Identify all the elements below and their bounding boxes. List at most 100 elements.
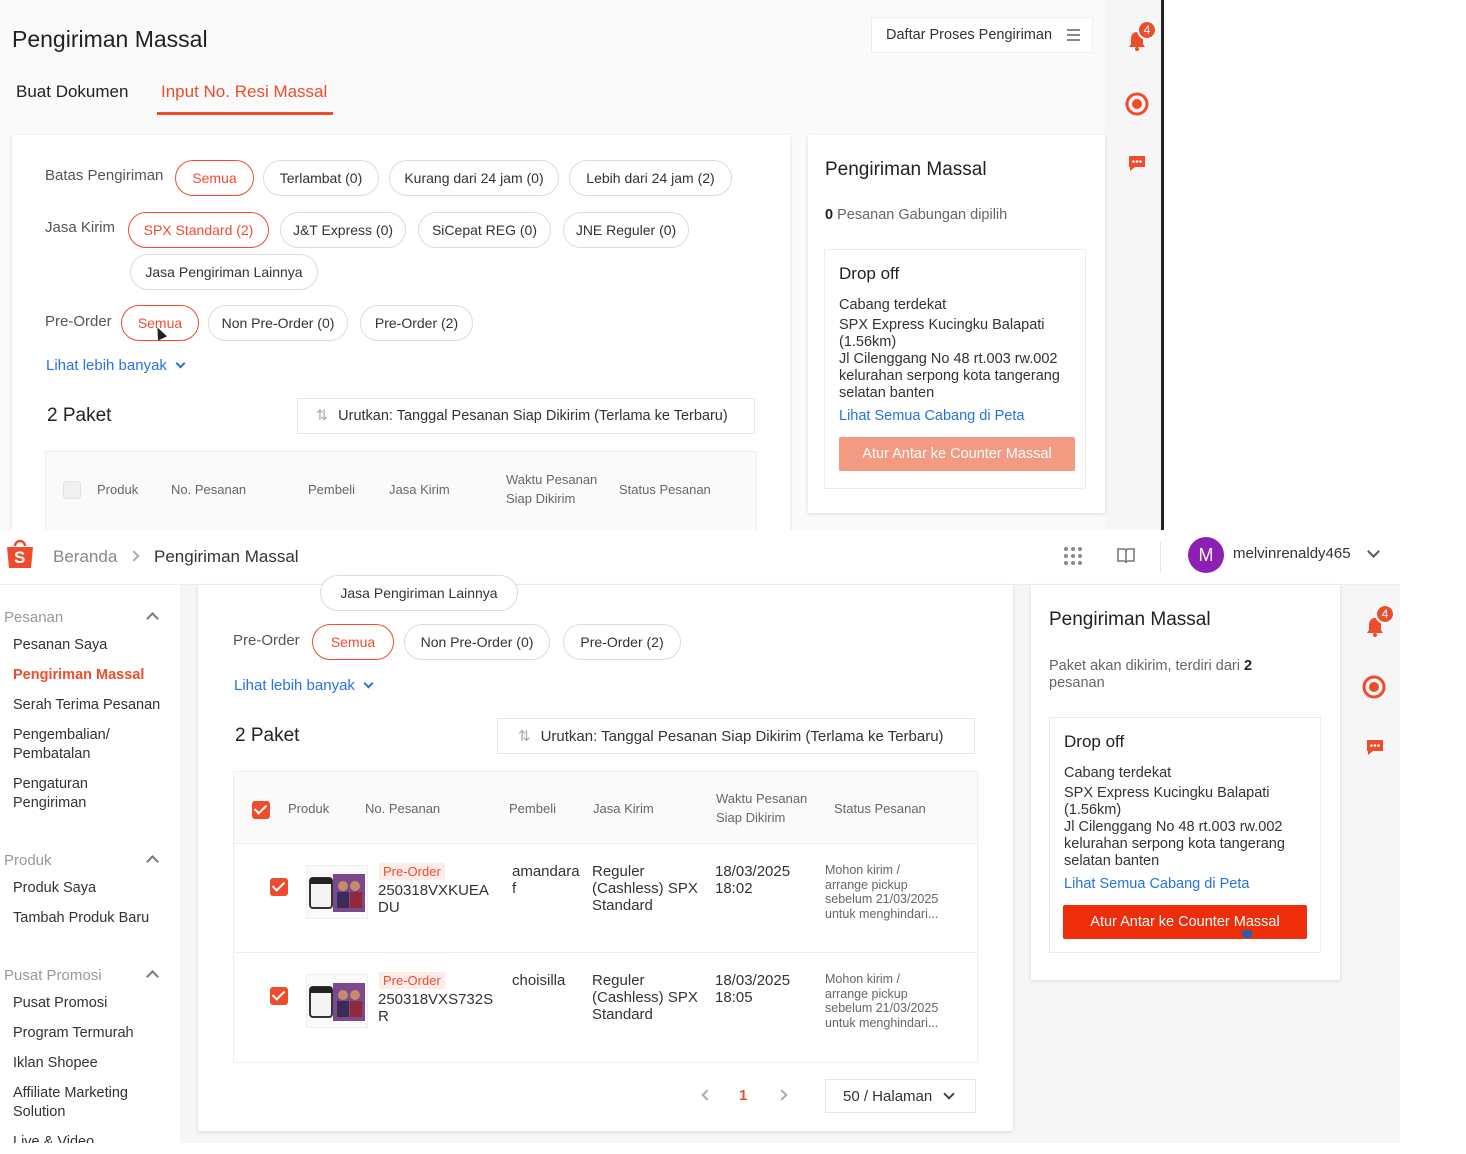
support-icon[interactable]: [1362, 675, 1386, 699]
sort-dropdown[interactable]: ⇅ Urutkan: Tanggal Pesanan Siap Dikirim …: [497, 718, 975, 754]
sidebar-item-affiliate[interactable]: Affiliate Marketing Solution: [13, 1084, 153, 1122]
select-all-checkbox[interactable]: [63, 481, 81, 499]
sidebar-section-produk[interactable]: Produk: [4, 852, 52, 869]
sort-label: Urutkan: Tanggal Pesanan Siap Dikirim (T…: [338, 408, 728, 424]
book-icon[interactable]: [1116, 546, 1136, 566]
buyer-name: choisilla: [512, 972, 566, 989]
batas-kurang-24[interactable]: Kurang dari 24 jam (0): [389, 160, 559, 196]
chevron-up-icon[interactable]: [146, 855, 159, 868]
chat-icon[interactable]: [1126, 152, 1148, 174]
chevron-up-icon[interactable]: [146, 612, 159, 625]
ready-time: 18:02: [715, 880, 753, 897]
jasa-spx[interactable]: SPX Standard (2): [128, 212, 269, 248]
row-checkbox[interactable]: [270, 878, 288, 896]
tab-active-underline: [157, 112, 333, 115]
chat-icon[interactable]: [1364, 736, 1386, 758]
dropoff-title: Drop off: [1064, 732, 1125, 751]
preorder-pre[interactable]: Pre-Order (2): [360, 305, 473, 341]
preorder-label: Pre-Order: [233, 632, 300, 649]
preorder-semua[interactable]: Semua: [312, 624, 394, 660]
map-link[interactable]: Lihat Semua Cabang di Peta: [1064, 876, 1249, 892]
header-divider: [1160, 542, 1161, 572]
ready-time: 18:05: [715, 989, 753, 1006]
selected-summary: 0 Pesanan Gabungan dipilih: [825, 207, 1008, 223]
breadcrumb-chevron-icon: [128, 550, 140, 562]
sidebar-item-program-termurah[interactable]: Program Termurah: [13, 1024, 134, 1043]
table-row[interactable]: Pre-Order 250318VXKUEADU amandaraf Regul…: [234, 845, 977, 953]
sidebar-item-pengiriman-massal[interactable]: Pengiriman Massal: [13, 666, 144, 685]
row-checkbox[interactable]: [270, 987, 288, 1005]
order-number[interactable]: 250318VXKUEADU: [378, 882, 496, 916]
support-icon[interactable]: [1125, 92, 1149, 116]
chevron-down-icon: [943, 1088, 955, 1100]
shipment-panel: Pengiriman Massal Paket akan dikirim, te…: [1031, 585, 1340, 980]
tab-buat-dokumen[interactable]: Buat Dokumen: [16, 82, 128, 102]
sort-icon: ⇅: [316, 408, 329, 424]
sidebar-section-pesanan[interactable]: Pesanan: [4, 609, 63, 626]
select-all-checkbox[interactable]: [252, 801, 270, 819]
shipping-method: Reguler (Cashless) SPX Standard: [592, 972, 698, 1023]
preorder-pre[interactable]: Pre-Order (2): [563, 624, 681, 660]
apps-grid-icon[interactable]: [1063, 546, 1083, 566]
user-chevron-down-icon[interactable]: [1367, 545, 1380, 558]
prev-page-icon[interactable]: [701, 1089, 713, 1101]
batas-lebih-24[interactable]: Lebih dari 24 jam (2): [569, 160, 732, 196]
next-page-icon[interactable]: [776, 1089, 788, 1101]
sidebar-item-iklan-shopee[interactable]: Iklan Shopee: [13, 1054, 98, 1073]
preorder-label: Pre-Order: [45, 313, 112, 330]
jasa-sicepat[interactable]: SiCepat REG (0): [418, 212, 551, 248]
sidebar: Pesanan Pesanan Saya Pengiriman Massal S…: [0, 585, 180, 1143]
username[interactable]: melvinrenaldy465: [1233, 545, 1351, 562]
process-list-button[interactable]: Daftar Proses Pengiriman: [871, 17, 1093, 53]
see-more-link[interactable]: Lihat lebih banyak: [46, 357, 186, 374]
table-header: Produk No. Pesanan Pembeli Jasa Kirim Wa…: [234, 772, 977, 844]
sidebar-item-pengembalian[interactable]: Pengembalian/ Pembatalan: [13, 726, 133, 764]
jasa-jnt[interactable]: J&T Express (0): [280, 212, 406, 248]
product-thumbnail: [306, 865, 368, 919]
th-waktu: Waktu Pesanan Siap Dikirim: [506, 472, 598, 506]
order-status: Mohon kirim / arrange pickup sebelum 21/…: [825, 972, 939, 1030]
jasa-jne[interactable]: JNE Reguler (0): [563, 212, 689, 248]
th-status: Status Pesanan: [619, 482, 711, 497]
order-number[interactable]: 250318VXS732SR: [378, 991, 496, 1025]
sidebar-item-produk-saya[interactable]: Produk Saya: [13, 879, 96, 898]
drop-off-button[interactable]: Atur Antar ke Counter Massal: [1063, 905, 1307, 939]
th-jasa-kirim: Jasa Kirim: [389, 482, 450, 497]
map-link[interactable]: Lihat Semua Cabang di Peta: [839, 408, 1024, 424]
sidebar-item-pusat-promosi[interactable]: Pusat Promosi: [13, 994, 107, 1013]
sidebar-item-pesanan-saya[interactable]: Pesanan Saya: [13, 636, 107, 655]
sidebar-item-tambah-produk[interactable]: Tambah Produk Baru: [13, 909, 149, 928]
th-produk: Produk: [97, 482, 139, 497]
sidebar-item-live-video[interactable]: Live & Video: [13, 1133, 94, 1143]
preorder-non[interactable]: Non Pre-Order (0): [208, 305, 348, 341]
breadcrumb-current: Pengiriman Massal: [154, 547, 299, 566]
per-page-select[interactable]: 50 / Halaman: [825, 1079, 976, 1113]
tab-input-resi[interactable]: Input No. Resi Massal: [161, 82, 327, 102]
see-more-link[interactable]: Lihat lebih banyak: [234, 677, 374, 694]
th-jasa-kirim: Jasa Kirim: [593, 801, 654, 816]
order-status: Mohon kirim / arrange pickup sebelum 21/…: [825, 863, 939, 921]
page-title: Pengiriman Massal: [12, 26, 208, 52]
shopee-logo[interactable]: S: [5, 538, 35, 570]
sort-dropdown[interactable]: ⇅ Urutkan: Tanggal Pesanan Siap Dikirim …: [297, 398, 755, 434]
breadcrumb-home[interactable]: Beranda: [53, 547, 117, 567]
th-produk: Produk: [288, 801, 330, 816]
notification-badge: 4: [1375, 604, 1395, 624]
sidebar-section-pusat-promosi[interactable]: Pusat Promosi: [4, 967, 102, 984]
jasa-lainnya[interactable]: Jasa Pengiriman Lainnya: [130, 254, 318, 290]
jasa-lainnya[interactable]: Jasa Pengiriman Lainnya: [320, 575, 518, 611]
table-row[interactable]: Pre-Order 250318VXS732SR choisilla Regul…: [234, 954, 977, 1062]
batas-semua[interactable]: Semua: [175, 160, 254, 196]
batas-terlambat[interactable]: Terlambat (0): [263, 160, 379, 196]
per-page-label: 50 / Halaman: [843, 1087, 933, 1105]
avatar[interactable]: M: [1188, 537, 1224, 573]
sidebar-item-pengaturan-pengiriman[interactable]: Pengaturan Pengiriman: [13, 775, 113, 813]
drop-off-button[interactable]: Atur Antar ke Counter Massal: [839, 437, 1075, 471]
preorder-non[interactable]: Non Pre-Order (0): [404, 624, 550, 660]
current-page[interactable]: 1: [739, 1087, 747, 1104]
logo-letter: S: [14, 548, 26, 567]
cursor-hand-icon: [1242, 930, 1252, 938]
product-thumbnail: [306, 974, 368, 1028]
sidebar-item-serah-terima[interactable]: Serah Terima Pesanan: [13, 696, 160, 715]
chevron-up-icon[interactable]: [146, 970, 159, 983]
